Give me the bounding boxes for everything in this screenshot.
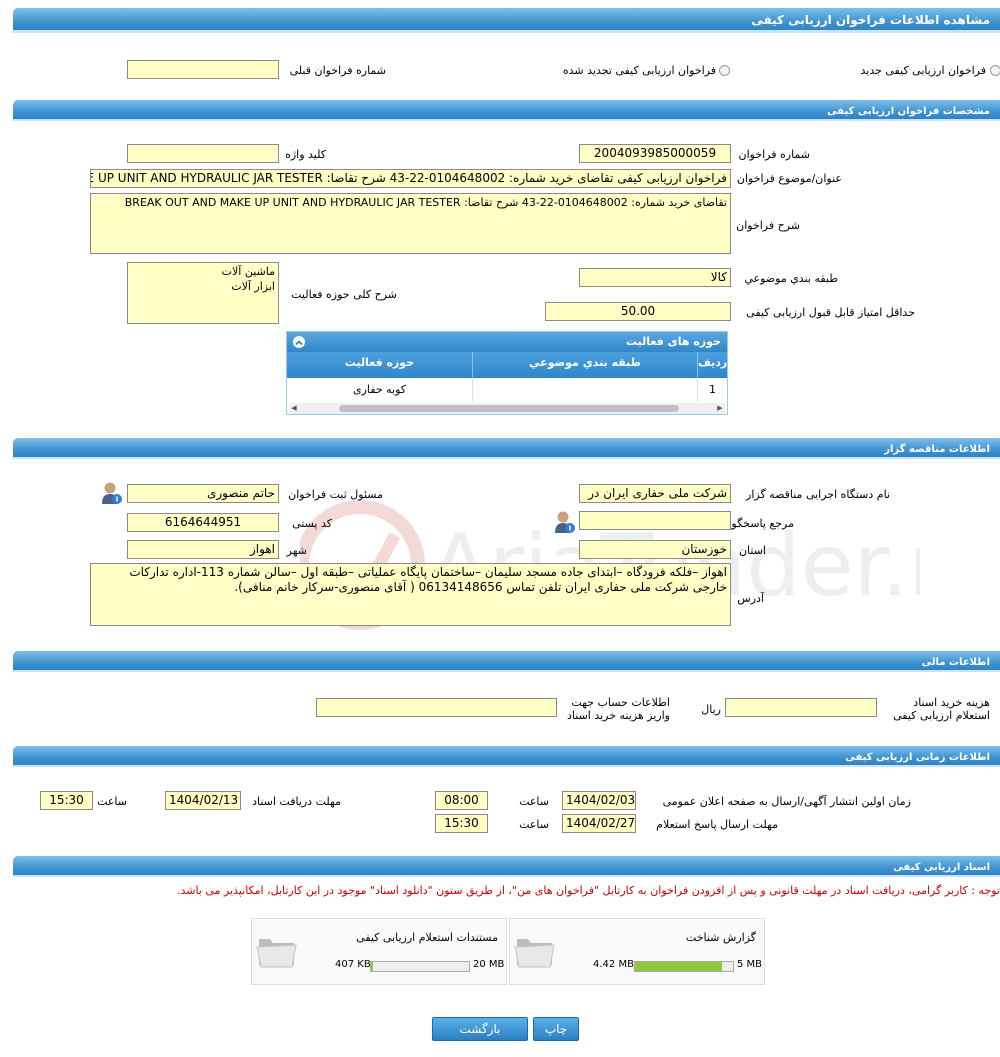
currency-label: ریال xyxy=(701,703,721,716)
timing-header: اطلاعات زمانی ارزیابی کیفی xyxy=(13,746,1000,767)
category-field: کالا xyxy=(579,268,731,287)
receive-time-field: 15:30 xyxy=(40,791,93,810)
document-progress xyxy=(370,961,470,972)
document-max-size: 5 MB xyxy=(737,959,763,970)
reply-time-label: ساعت xyxy=(519,818,549,831)
print-button[interactable]: چاپ xyxy=(533,1017,579,1041)
back-button[interactable]: بازگشت xyxy=(432,1017,528,1041)
document-progress-fill xyxy=(635,962,722,971)
user-info-icon[interactable] xyxy=(100,481,122,505)
publish-time-label: ساعت xyxy=(519,795,549,808)
keyword-field xyxy=(127,144,279,163)
document-size: 4.42 MB xyxy=(593,959,634,970)
prev-number-label: شماره فراخوان قبلی xyxy=(289,64,386,77)
city-label: شهر xyxy=(286,544,307,557)
min-score-field: 50.00 xyxy=(545,302,731,321)
folder-icon xyxy=(256,939,297,968)
activity-line: ابزار آلات xyxy=(231,280,275,293)
prev-number-field xyxy=(127,60,279,79)
column-header-row[interactable]: ردیف xyxy=(697,352,727,378)
publish-time-field: 08:00 xyxy=(435,791,488,810)
activity-grid-title: حوزه های فعالیت xyxy=(626,335,721,348)
subject-field: فراخوان ارزیابی کیفی تقاضای خرید شماره: … xyxy=(90,169,731,188)
reply-time-field: 15:30 xyxy=(435,814,488,833)
province-field: خوزستان xyxy=(579,540,731,559)
reply-label: مهلت ارسال پاسخ استعلام xyxy=(656,818,778,831)
document-max-size: 20 MB xyxy=(473,959,505,970)
folder-icon xyxy=(514,939,555,968)
collapse-icon[interactable] xyxy=(293,336,305,348)
radio-new[interactable] xyxy=(990,65,1000,76)
document-progress-fill xyxy=(371,962,373,971)
activity-label: شرح کلی حوزه فعالیت xyxy=(291,288,397,301)
min-score-label: حداقل امتیاز قابل قبول ارزیابی کیفی xyxy=(746,306,915,319)
receive-label: مهلت دریافت اسناد xyxy=(252,795,341,808)
fee-field xyxy=(725,698,877,717)
activity-grid: حوزه های فعالیت ردیف طبقه بندي موضوعي حو… xyxy=(286,331,728,415)
registrar-field: حاتم منصوری xyxy=(127,484,279,503)
grid-scrollbar[interactable]: ◀ ▶ xyxy=(289,403,725,414)
document-title: مستندات استعلام ارزیابی کیفی xyxy=(356,931,498,944)
document-progress xyxy=(634,961,734,972)
activity-line: ماشین آلات xyxy=(221,265,275,278)
subject-label: عنوان/موضوع فراخوان xyxy=(736,172,842,185)
registrar-label: مسئول ثبت فراخوان xyxy=(288,488,383,501)
document-card[interactable]: مستندات استعلام ارزیابی کیفی 407 KB 20 M… xyxy=(251,918,507,985)
call-number-field: 2004093985000059 xyxy=(579,144,731,163)
radio-new-label: فراخوان ارزیابی کیفی جدید xyxy=(860,64,986,77)
activity-grid-header: حوزه های فعالیت xyxy=(287,332,727,352)
scroll-right-icon[interactable]: ▶ xyxy=(715,403,725,414)
org-name-label: نام دستگاه اجرایی مناقصه گزار xyxy=(746,488,890,501)
cell-row: 1 xyxy=(697,378,727,402)
receive-time-label: ساعت xyxy=(97,795,127,808)
description-label: شرح فراخوان xyxy=(736,219,800,232)
postal-label: کد پستی xyxy=(292,517,332,530)
fee-label-line2: استعلام ارزیابی کیفی xyxy=(893,709,990,722)
organizer-header: اطلاعات مناقصه گزار xyxy=(13,438,1000,459)
cell-activity: کوبه حفاری xyxy=(352,383,406,396)
province-label: استان xyxy=(738,544,766,557)
responder-info-icon[interactable] xyxy=(553,510,575,534)
keyword-label: کلید واژه xyxy=(285,148,326,161)
specs-header: مشخصات فراخوان ارزیابی کیفی xyxy=(13,100,1000,121)
address-label: آدرس xyxy=(737,592,764,605)
org-name-field: شرکت ملی حفاری ایران در xyxy=(579,484,731,503)
account-label-line1: اطلاعات حساب جهت xyxy=(571,696,670,709)
column-header-activity[interactable]: حوزه فعالیت xyxy=(287,352,472,378)
scroll-left-icon[interactable]: ◀ xyxy=(289,403,299,414)
category-label: طبقه بندي موضوعي xyxy=(744,272,838,285)
scroll-thumb[interactable] xyxy=(339,405,679,412)
publish-date-field: 1404/02/03 xyxy=(562,791,636,810)
reply-date-field: 1404/02/27 xyxy=(562,814,636,833)
cell-category xyxy=(472,378,697,402)
financial-header: اطلاعات مالی xyxy=(13,651,1000,672)
fee-label: هزینه خرید اسناد استعلام ارزیابی کیفی xyxy=(893,696,990,722)
radio-renewed-label: فراخوان ارزیابی کیفی تجدید شده xyxy=(562,64,716,77)
account-label-line2: واریز هزینه خرید اسناد xyxy=(567,709,670,722)
publish-label: زمان اولین انتشار آگهی/ارسال به صفحه اعل… xyxy=(662,795,911,808)
document-title: گزارش شناخت xyxy=(685,931,756,944)
column-header-category[interactable]: طبقه بندي موضوعي xyxy=(472,352,697,378)
activity-grid-columns: ردیف طبقه بندي موضوعي حوزه فعالیت xyxy=(287,352,727,378)
postal-field: 6164644951 xyxy=(127,513,279,532)
address-field: اهواز –فلکه فرودگاه –ابتدای جاده مسجد سل… xyxy=(90,563,731,626)
account-field xyxy=(316,698,557,717)
account-label: اطلاعات حساب جهت واریز هزینه خرید اسناد xyxy=(567,696,670,722)
city-field: اهواز xyxy=(127,540,279,559)
radio-renewed[interactable] xyxy=(719,65,730,76)
fee-label-line1: هزینه خرید اسناد xyxy=(913,696,990,709)
documents-header: اسناد ارزیابی کیفی xyxy=(13,856,1000,877)
document-card[interactable]: گزارش شناخت 4.42 MB 5 MB xyxy=(509,918,765,985)
activity-field: ماشین آلات ابزار آلات xyxy=(127,262,279,324)
page-title: مشاهده اطلاعات فراخوان ارزیابی کیفی xyxy=(13,8,1000,33)
call-number-label: شماره فراخوان xyxy=(738,148,811,161)
table-row: 1 کوبه حفاری xyxy=(287,378,727,402)
documents-note: توجه : کاربر گرامی، دریافت اسناد در مهلت… xyxy=(176,884,1000,897)
description-field: تقاضای خرید شماره: 0104648002-22-43 شرح … xyxy=(90,193,731,254)
responder-field xyxy=(579,511,731,530)
receive-date-field: 1404/02/13 xyxy=(165,791,241,810)
document-size: 407 KB xyxy=(335,959,371,970)
